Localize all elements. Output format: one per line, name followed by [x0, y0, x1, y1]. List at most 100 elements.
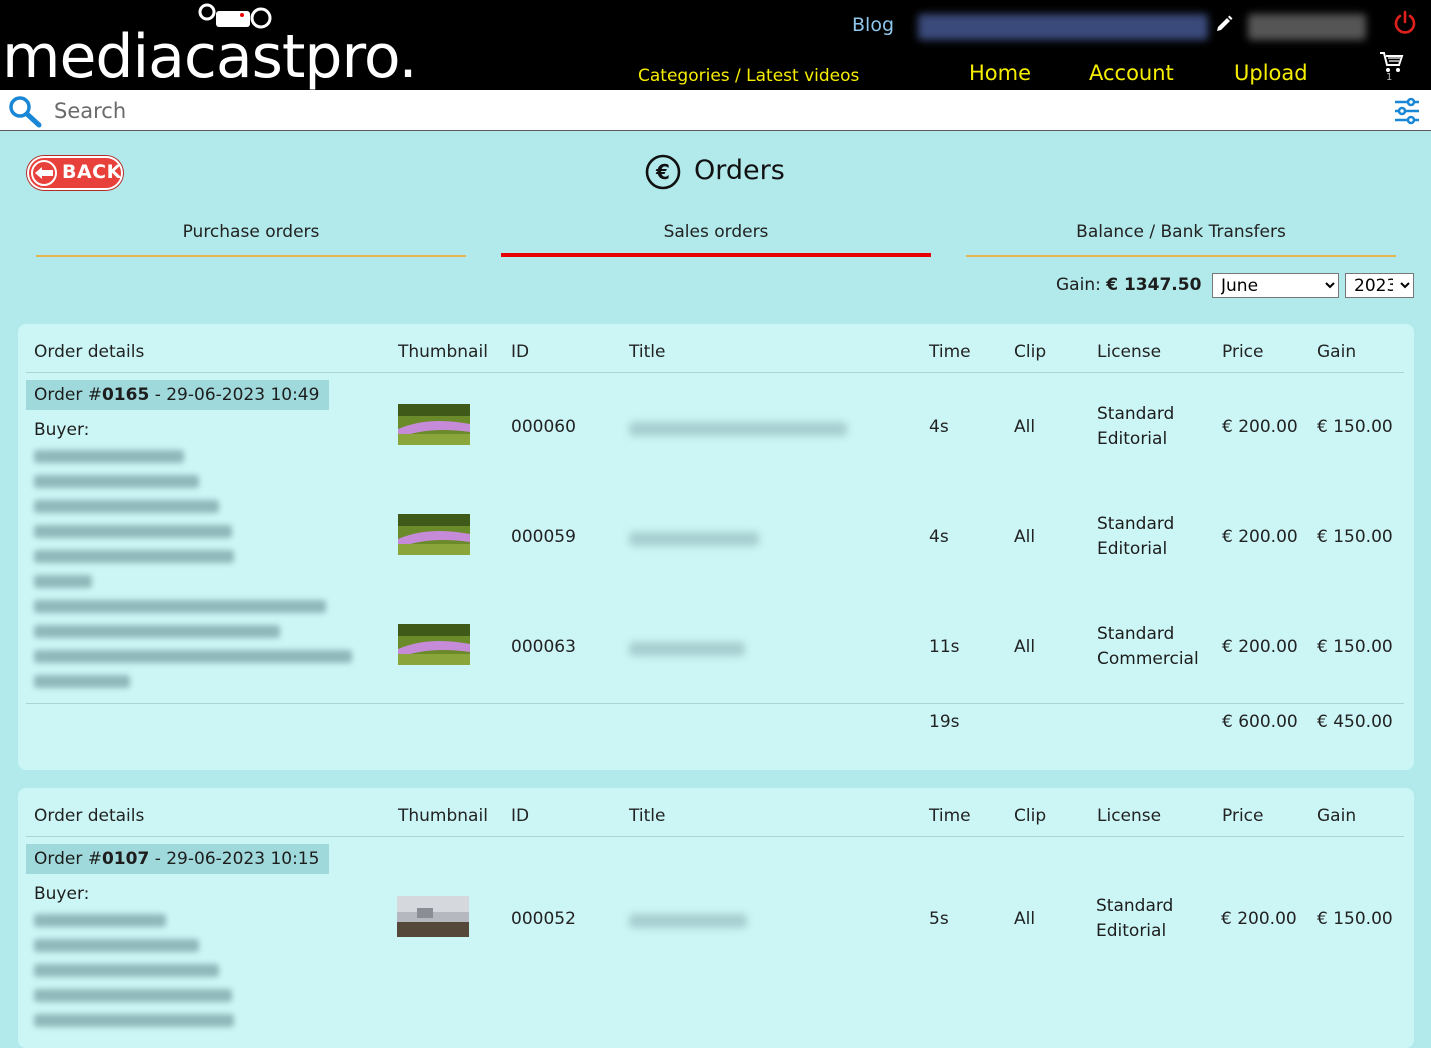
- col-order-details: Order details: [34, 806, 145, 826]
- item-price: € 200.00: [1222, 527, 1298, 547]
- nav-account[interactable]: Account: [1089, 61, 1174, 85]
- buyer-label: Buyer:: [34, 420, 90, 440]
- col-time: Time: [929, 342, 971, 362]
- pencil-edit-icon[interactable]: [1214, 14, 1234, 34]
- item-time: 4s: [929, 417, 949, 437]
- license-type: Standard: [1097, 514, 1175, 534]
- divider: [26, 836, 1404, 837]
- company-name-redacted: [918, 14, 1208, 40]
- license-type: Standard: [1097, 404, 1175, 424]
- order-date: - 29-06-2023 10:49: [149, 385, 320, 405]
- buyer-info-redacted: [34, 989, 232, 1002]
- video-thumbnail[interactable]: [397, 896, 469, 937]
- total-gain-row: € 450.00: [1317, 712, 1393, 732]
- order-prefix: Order #: [34, 849, 102, 869]
- back-button[interactable]: BACK: [27, 156, 123, 190]
- cart-count: 1: [1386, 72, 1393, 83]
- item-id: 000059: [511, 527, 576, 547]
- divider: [26, 703, 1404, 704]
- year-select[interactable]: 2023: [1345, 273, 1414, 298]
- order-date: - 29-06-2023 10:15: [149, 849, 320, 869]
- col-license: License: [1097, 342, 1162, 362]
- gain-value: € 1347.50: [1106, 275, 1202, 295]
- site-logo[interactable]: mediacastpro.: [2, 26, 418, 88]
- item-gain: € 150.00: [1317, 527, 1393, 547]
- col-license: License: [1097, 806, 1162, 826]
- order-badge[interactable]: Order #0165 - 29-06-2023 10:49: [26, 380, 330, 410]
- col-thumbnail: Thumbnail: [398, 806, 488, 826]
- nav-home[interactable]: Home: [969, 61, 1031, 85]
- total-time: 19s: [929, 712, 960, 732]
- item-time: 11s: [929, 637, 960, 657]
- nav-upload[interactable]: Upload: [1234, 61, 1308, 85]
- buyer-info-redacted: [34, 450, 184, 463]
- col-order-details: Order details: [34, 342, 145, 362]
- item-license: Standard Commercial: [1097, 622, 1199, 672]
- item-id: 000052: [511, 909, 576, 929]
- page-title: Orders: [694, 155, 785, 186]
- buyer-info-redacted: [34, 675, 130, 688]
- buyer-info-redacted: [34, 575, 92, 588]
- col-id: ID: [511, 806, 530, 826]
- shopping-cart-icon[interactable]: [1378, 50, 1404, 74]
- item-gain: € 150.00: [1317, 417, 1393, 437]
- col-clip: Clip: [1014, 342, 1047, 362]
- buyer-info-redacted: [34, 500, 219, 513]
- buyer-info-redacted: [34, 525, 232, 538]
- back-arrow-icon: [31, 160, 57, 186]
- video-thumbnail[interactable]: [398, 514, 470, 555]
- item-clip: All: [1014, 527, 1036, 547]
- col-price: Price: [1222, 342, 1264, 362]
- license-usage: Commercial: [1097, 649, 1199, 669]
- col-title: Title: [629, 806, 666, 826]
- video-thumbnail[interactable]: [398, 624, 470, 665]
- buyer-info-redacted: [34, 914, 166, 927]
- item-id: 000063: [511, 637, 576, 657]
- order-card: Order details Thumbnail ID Title Time Cl…: [18, 324, 1414, 770]
- search-input[interactable]: [52, 96, 1356, 126]
- col-thumbnail: Thumbnail: [398, 342, 488, 362]
- item-gain: € 150.00: [1317, 909, 1393, 929]
- order-number: 0107: [101, 849, 150, 869]
- blog-link[interactable]: Blog: [852, 14, 894, 36]
- order-prefix: Order #: [34, 385, 102, 405]
- col-time: Time: [929, 806, 971, 826]
- order-badge[interactable]: Order #0107 - 29-06-2023 10:15: [26, 844, 330, 874]
- euro-icon: €: [645, 154, 681, 190]
- item-clip: All: [1014, 637, 1036, 657]
- item-title-redacted: [629, 422, 847, 436]
- categories-link[interactable]: Categories / Latest videos: [638, 66, 859, 86]
- col-gain: Gain: [1317, 342, 1357, 362]
- license-type: Standard: [1097, 624, 1175, 644]
- item-time: 5s: [929, 909, 949, 929]
- item-title-redacted: [629, 642, 745, 656]
- col-clip: Clip: [1014, 806, 1047, 826]
- buyer-info-redacted: [34, 475, 199, 488]
- license-type: Standard: [1096, 896, 1174, 916]
- item-title-redacted: [629, 914, 747, 928]
- col-title: Title: [629, 342, 666, 362]
- search-icon[interactable]: [6, 94, 44, 128]
- tab-purchase-orders[interactable]: Purchase orders: [36, 222, 466, 257]
- top-bar: mediacastpro. Blog 1 Categories / Latest…: [0, 0, 1431, 90]
- item-price: € 200.00: [1222, 417, 1298, 437]
- col-gain: Gain: [1317, 806, 1357, 826]
- video-thumbnail[interactable]: [398, 404, 470, 445]
- month-select[interactable]: June: [1212, 273, 1339, 298]
- col-id: ID: [511, 342, 530, 362]
- license-usage: Editorial: [1096, 921, 1167, 941]
- item-time: 4s: [929, 527, 949, 547]
- item-license: Standard Editorial: [1097, 402, 1174, 452]
- tab-balance-bank-transfers[interactable]: Balance / Bank Transfers: [966, 222, 1396, 257]
- item-price: € 200.00: [1222, 637, 1298, 657]
- gain-label: Gain:: [1056, 275, 1101, 295]
- filter-sliders-icon[interactable]: [1393, 97, 1421, 125]
- total-gain: Gain: € 1347.50: [1056, 275, 1201, 295]
- item-license: Standard Editorial: [1096, 894, 1173, 944]
- tab-sales-orders[interactable]: Sales orders: [501, 222, 931, 257]
- power-logout-icon[interactable]: [1392, 10, 1418, 36]
- buyer-info-redacted: [34, 964, 219, 977]
- divider: [26, 372, 1404, 373]
- item-title-redacted: [629, 532, 759, 546]
- buyer-info-redacted: [34, 550, 234, 563]
